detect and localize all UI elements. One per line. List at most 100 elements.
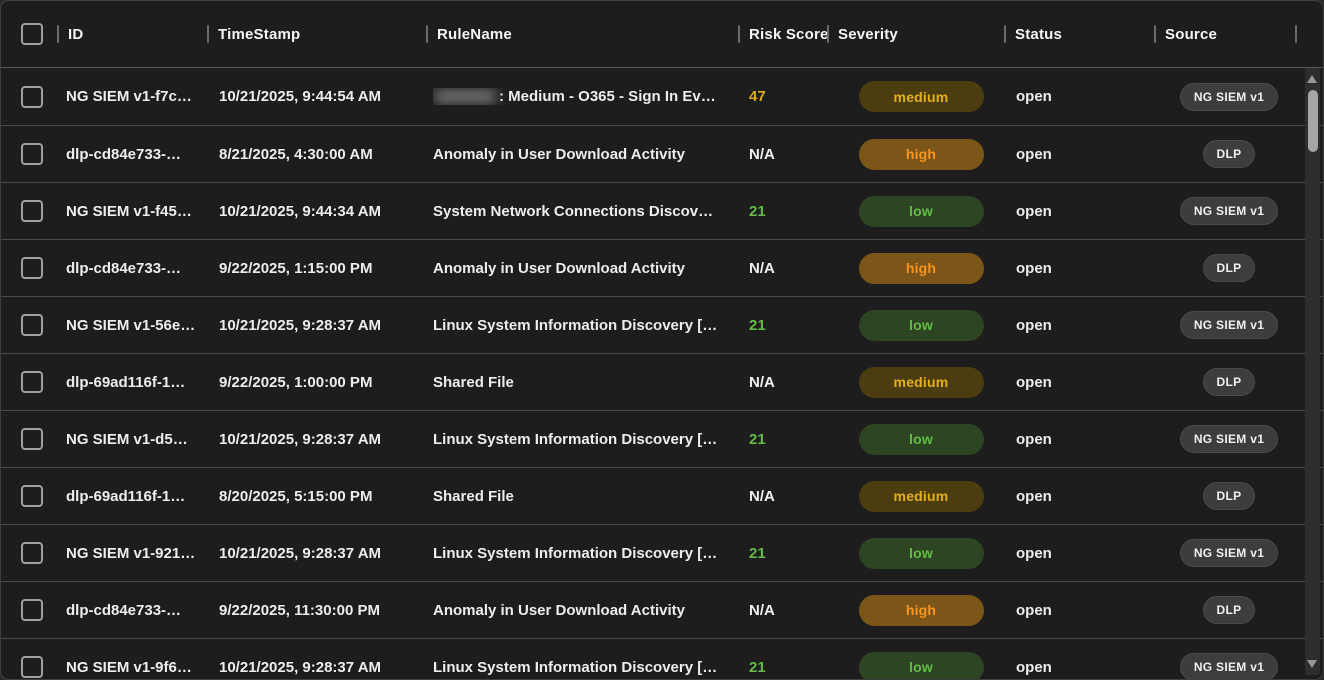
cell-id-wrap: NG SIEM v1-f7c… bbox=[57, 68, 207, 125]
column-separator bbox=[738, 25, 740, 43]
table-row[interactable]: NG SIEM v1-f45… 10/21/2025, 9:44:34 AM S… bbox=[1, 182, 1323, 239]
table-row[interactable]: NG SIEM v1-9f6… 10/21/2025, 9:28:37 AM L… bbox=[1, 638, 1323, 679]
column-header-risk-score[interactable]: Risk Score bbox=[738, 1, 827, 67]
cell-id: NG SIEM v1-f45… bbox=[66, 203, 192, 220]
severity-badge: high bbox=[859, 139, 984, 170]
column-separator bbox=[1295, 25, 1297, 43]
column-header-id[interactable]: ID bbox=[57, 1, 207, 67]
table-row[interactable]: dlp-cd84e733-… 9/22/2025, 1:15:00 PM Ano… bbox=[1, 239, 1323, 296]
select-all-checkbox[interactable] bbox=[21, 23, 43, 45]
cell-id-wrap: dlp-69ad116f-1… bbox=[57, 468, 207, 524]
cell-risk: 21 bbox=[749, 659, 766, 676]
cell-risk-wrap: N/A bbox=[738, 354, 827, 410]
table-row[interactable]: dlp-69ad116f-1… 8/20/2025, 5:15:00 PM Sh… bbox=[1, 467, 1323, 524]
severity-badge: medium bbox=[859, 367, 984, 398]
cell-severity-wrap: low bbox=[827, 639, 1004, 679]
row-checkbox[interactable] bbox=[21, 314, 43, 336]
cell-source-wrap: DLP bbox=[1154, 126, 1304, 182]
row-checkbox[interactable] bbox=[21, 656, 43, 678]
cell-timestamp: 9/22/2025, 1:00:00 PM bbox=[219, 374, 372, 391]
cell-timestamp-wrap: 10/21/2025, 9:28:37 AM bbox=[207, 411, 426, 467]
alerts-table-panel: ID TimeStamp RuleName Risk Score Severit… bbox=[0, 0, 1324, 680]
row-checkbox[interactable] bbox=[21, 428, 43, 450]
cell-status-wrap: open bbox=[1004, 411, 1154, 467]
column-separator bbox=[827, 25, 829, 43]
column-header-status[interactable]: Status bbox=[1004, 1, 1154, 67]
scroll-down-arrow-icon[interactable] bbox=[1307, 660, 1317, 668]
cell-status-wrap: open bbox=[1004, 582, 1154, 638]
severity-badge: low bbox=[859, 538, 984, 569]
table-row[interactable]: NG SIEM v1-56e… 10/21/2025, 9:28:37 AM L… bbox=[1, 296, 1323, 353]
cell-status: open bbox=[1016, 146, 1052, 163]
cell-timestamp-wrap: 8/20/2025, 5:15:00 PM bbox=[207, 468, 426, 524]
cell-timestamp-wrap: 8/21/2025, 4:30:00 AM bbox=[207, 126, 426, 182]
cell-timestamp-wrap: 10/21/2025, 9:28:37 AM bbox=[207, 525, 426, 581]
cell-source-wrap: NG SIEM v1 bbox=[1154, 183, 1304, 239]
table-header: ID TimeStamp RuleName Risk Score Severit… bbox=[1, 1, 1323, 68]
cell-rulename-wrap: System Network Connections Discov… bbox=[426, 183, 738, 239]
column-separator bbox=[1154, 25, 1156, 43]
column-header-severity[interactable]: Severity bbox=[827, 1, 1004, 67]
cell-severity-wrap: medium bbox=[827, 468, 1004, 524]
cell-source-wrap: NG SIEM v1 bbox=[1154, 297, 1304, 353]
column-separator bbox=[57, 25, 59, 43]
rule-text: Anomaly in User Download Activity bbox=[433, 146, 685, 163]
table-row[interactable]: NG SIEM v1-d5… 10/21/2025, 9:28:37 AM Li… bbox=[1, 410, 1323, 467]
cell-severity-wrap: low bbox=[827, 525, 1004, 581]
cell-id: NG SIEM v1-56e… bbox=[66, 317, 195, 334]
scroll-up-arrow-icon[interactable] bbox=[1307, 75, 1317, 83]
cell-timestamp: 10/21/2025, 9:44:54 AM bbox=[219, 88, 381, 105]
cell-severity-wrap: high bbox=[827, 240, 1004, 296]
cell-status-wrap: open bbox=[1004, 525, 1154, 581]
cell-status: open bbox=[1016, 317, 1052, 334]
cell-id-wrap: NG SIEM v1-9f6… bbox=[57, 639, 207, 679]
vertical-scrollbar[interactable] bbox=[1305, 68, 1320, 675]
cell-timestamp-wrap: 9/22/2025, 11:30:00 PM bbox=[207, 582, 426, 638]
table-row[interactable]: NG SIEM v1-921… 10/21/2025, 9:28:37 AM L… bbox=[1, 524, 1323, 581]
cell-timestamp: 10/21/2025, 9:28:37 AM bbox=[219, 545, 381, 562]
row-checkbox[interactable] bbox=[21, 257, 43, 279]
cell-status: open bbox=[1016, 488, 1052, 505]
row-checkbox-cell bbox=[1, 525, 57, 581]
row-checkbox[interactable] bbox=[21, 86, 43, 108]
cell-id-wrap: NG SIEM v1-d5… bbox=[57, 411, 207, 467]
column-header-rulename[interactable]: RuleName bbox=[426, 1, 738, 67]
cell-id: dlp-cd84e733-… bbox=[66, 602, 181, 619]
row-checkbox[interactable] bbox=[21, 485, 43, 507]
cell-risk-wrap: 47 bbox=[738, 68, 827, 125]
cell-source-wrap: NG SIEM v1 bbox=[1154, 639, 1304, 679]
column-header-label: Status bbox=[1015, 26, 1062, 43]
row-checkbox[interactable] bbox=[21, 143, 43, 165]
rule-text: Linux System Information Discovery [… bbox=[433, 317, 717, 334]
row-checkbox[interactable] bbox=[21, 599, 43, 621]
cell-rulename-wrap: Shared File bbox=[426, 354, 738, 410]
scrollbar-thumb[interactable] bbox=[1308, 90, 1318, 152]
cell-timestamp: 8/20/2025, 5:15:00 PM bbox=[219, 488, 372, 505]
cell-source-wrap: DLP bbox=[1154, 468, 1304, 524]
table-row[interactable]: dlp-cd84e733-… 9/22/2025, 11:30:00 PM An… bbox=[1, 581, 1323, 638]
cell-risk-wrap: 21 bbox=[738, 183, 827, 239]
cell-timestamp: 10/21/2025, 9:28:37 AM bbox=[219, 317, 381, 334]
table-row[interactable]: dlp-69ad116f-1… 9/22/2025, 1:00:00 PM Sh… bbox=[1, 353, 1323, 410]
column-header-source[interactable]: Source bbox=[1154, 1, 1304, 67]
cell-risk-wrap: N/A bbox=[738, 468, 827, 524]
severity-badge: low bbox=[859, 310, 984, 341]
redacted-blur bbox=[433, 89, 497, 104]
column-header-timestamp[interactable]: TimeStamp bbox=[207, 1, 426, 67]
rule-text: System Network Connections Discov… bbox=[433, 203, 713, 220]
column-header-label: ID bbox=[68, 26, 83, 43]
table-row[interactable]: NG SIEM v1-f7c… 10/21/2025, 9:44:54 AM :… bbox=[1, 68, 1323, 125]
column-header-label: TimeStamp bbox=[218, 26, 300, 43]
source-badge: NG SIEM v1 bbox=[1180, 83, 1278, 111]
row-checkbox[interactable] bbox=[21, 200, 43, 222]
row-checkbox[interactable] bbox=[21, 371, 43, 393]
cell-severity-wrap: low bbox=[827, 297, 1004, 353]
cell-source-wrap: NG SIEM v1 bbox=[1154, 525, 1304, 581]
source-badge: DLP bbox=[1203, 368, 1256, 396]
row-checkbox[interactable] bbox=[21, 542, 43, 564]
cell-timestamp: 8/21/2025, 4:30:00 AM bbox=[219, 146, 373, 163]
table-row[interactable]: dlp-cd84e733-… 8/21/2025, 4:30:00 AM Ano… bbox=[1, 125, 1323, 182]
cell-rulename-wrap: Anomaly in User Download Activity bbox=[426, 582, 738, 638]
cell-rulename-wrap: : Medium - O365 - Sign In Ev… bbox=[426, 68, 738, 125]
column-separator bbox=[426, 25, 428, 43]
